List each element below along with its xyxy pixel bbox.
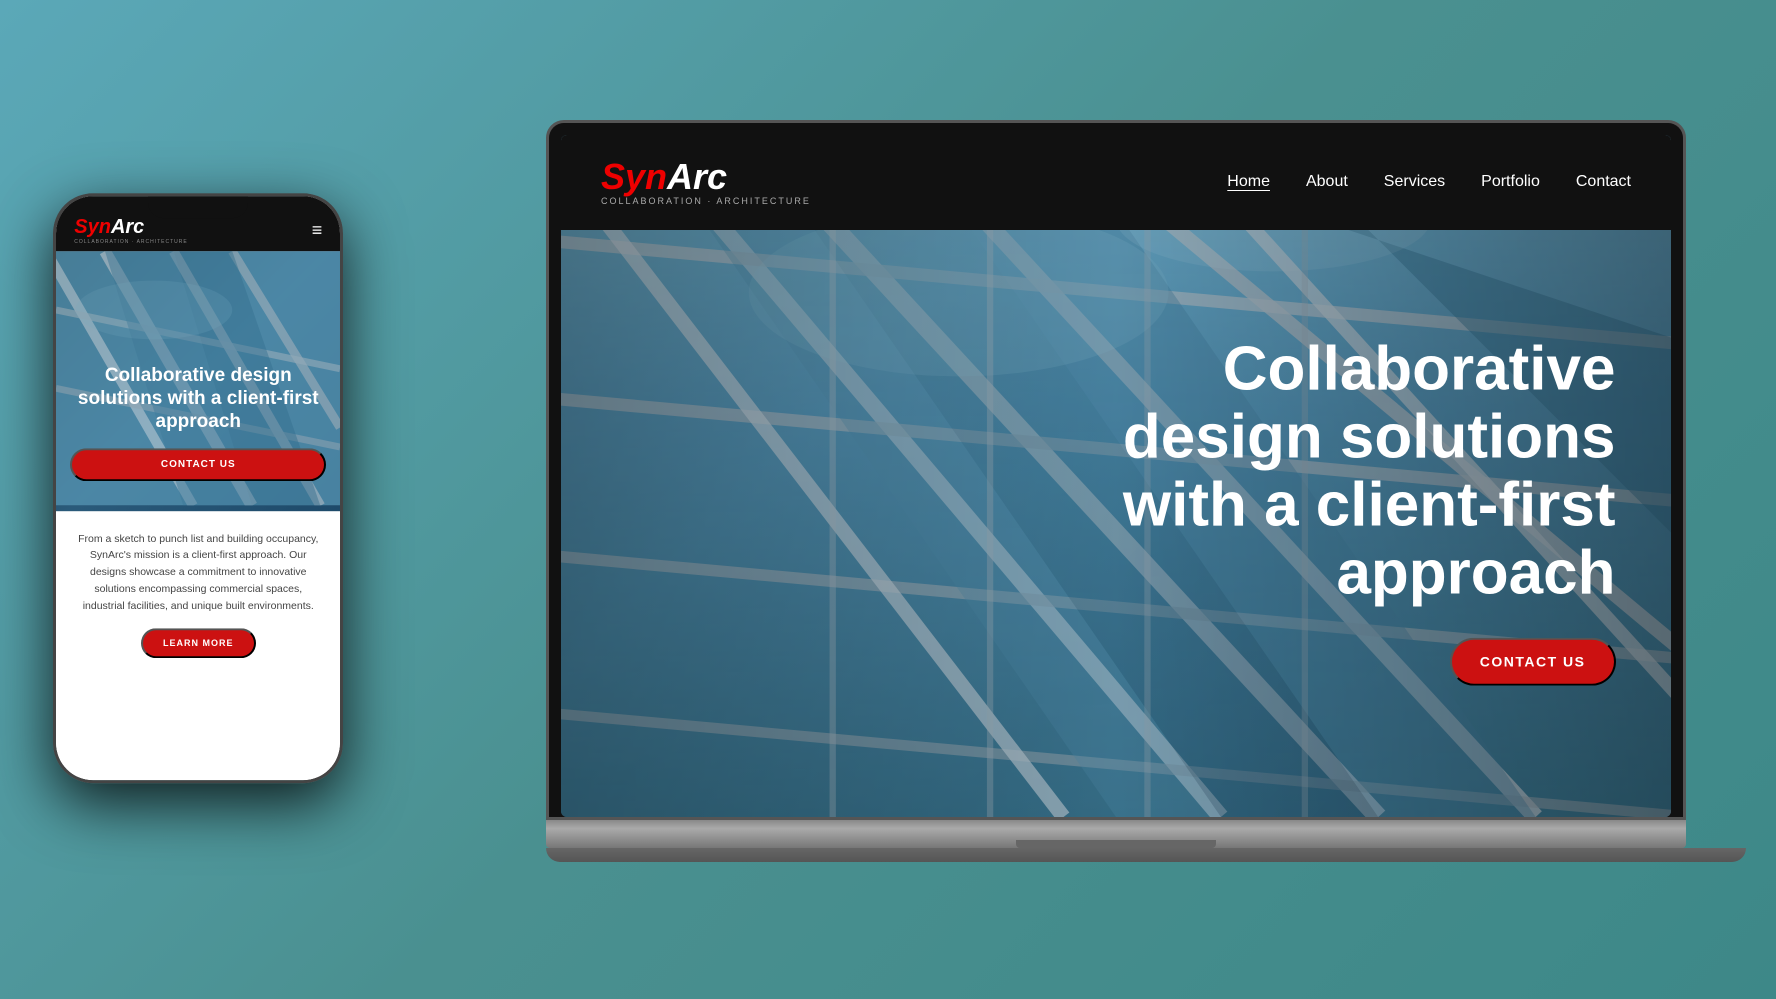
logo-tagline: COLLABORATION · ARCHITECTURE <box>601 197 811 206</box>
logo-arc: Arc <box>667 156 727 197</box>
phone-hero: Collaborative design solutions with a cl… <box>56 251 340 511</box>
scene: SynArc COLLABORATION · ARCHITECTURE Home… <box>0 0 1776 999</box>
phone-logo-syn: Syn <box>74 216 111 238</box>
phone-website: SynArc COLLABORATION · ARCHITECTURE ≡ <box>56 196 340 780</box>
phone-hero-content: Collaborative design solutions with a cl… <box>70 365 326 480</box>
desktop-hero-title: Collaborative design solutions with a cl… <box>1116 335 1616 608</box>
laptop-device: SynArc COLLABORATION · ARCHITECTURE Home… <box>546 120 1686 880</box>
nav-link-home[interactable]: Home <box>1227 173 1270 191</box>
phone-body: From a sketch to punch list and building… <box>56 511 340 780</box>
nav-link-portfolio[interactable]: Portfolio <box>1481 173 1540 191</box>
laptop-screen: SynArc COLLABORATION · ARCHITECTURE Home… <box>561 135 1671 817</box>
desktop-nav-links: Home About Services Portfolio Contact <box>1227 173 1631 191</box>
hamburger-icon[interactable]: ≡ <box>312 220 323 241</box>
laptop-bezel: SynArc COLLABORATION · ARCHITECTURE Home… <box>549 123 1683 817</box>
desktop-contact-us-button[interactable]: CONTACT US <box>1450 638 1616 686</box>
nav-link-services[interactable]: Services <box>1384 173 1445 191</box>
laptop-screen-outer: SynArc COLLABORATION · ARCHITECTURE Home… <box>546 120 1686 820</box>
desktop-logo: SynArc COLLABORATION · ARCHITECTURE <box>601 159 811 206</box>
logo-syn: Syn <box>601 156 667 197</box>
desktop-nav: SynArc COLLABORATION · ARCHITECTURE Home… <box>561 135 1671 230</box>
phone-screen: SynArc COLLABORATION · ARCHITECTURE ≡ <box>56 196 340 780</box>
phone-outer: SynArc COLLABORATION · ARCHITECTURE ≡ <box>53 193 343 783</box>
phone-device: SynArc COLLABORATION · ARCHITECTURE ≡ <box>53 193 343 783</box>
phone-logo-arc: Arc <box>111 216 144 238</box>
phone-learn-more-button[interactable]: LEARN MORE <box>141 629 256 659</box>
laptop-base <box>546 820 1686 848</box>
laptop-stand <box>546 848 1746 862</box>
website-desktop: SynArc COLLABORATION · ARCHITECTURE Home… <box>561 135 1671 817</box>
nav-link-about[interactable]: About <box>1306 173 1348 191</box>
phone-hero-title: Collaborative design solutions with a cl… <box>70 365 326 433</box>
nav-link-contact[interactable]: Contact <box>1576 173 1631 191</box>
phone-body-description: From a sketch to punch list and building… <box>72 531 324 615</box>
phone-logo: SynArc COLLABORATION · ARCHITECTURE <box>74 216 187 245</box>
desktop-hero-content: Collaborative design solutions with a cl… <box>1116 335 1616 686</box>
phone-notch <box>148 196 248 218</box>
phone-logo-tagline: COLLABORATION · ARCHITECTURE <box>74 239 187 245</box>
phone-contact-us-button[interactable]: CONTACT US <box>70 448 326 481</box>
